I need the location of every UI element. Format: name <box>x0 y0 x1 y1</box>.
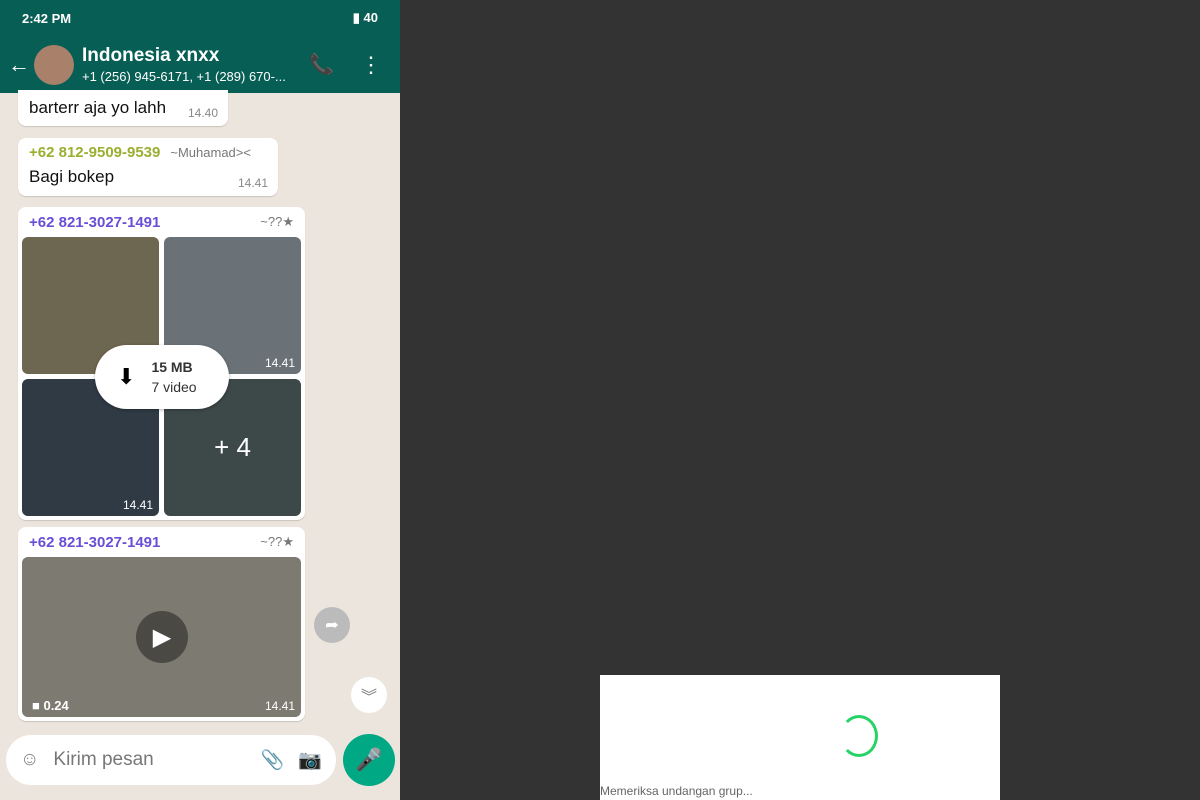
chat-header: ← Indonesia xnxx +1 (256) 945-6171, +1 (… <box>0 36 400 93</box>
download-icon: ⬇ <box>117 364 136 389</box>
message-bubble[interactable]: barterr aja yo lahh 14.40 <box>18 90 228 126</box>
video-count: 7 video <box>151 379 197 395</box>
avatar[interactable] <box>34 44 74 85</box>
attach-icon[interactable]: 📎 <box>261 748 285 772</box>
whatsapp-chat: 2:42 PM ▮ 40 ← Indonesia xnxx +1 (256) 9… <box>0 0 400 800</box>
message-placeholder: Kirim pesan <box>53 749 154 770</box>
mic-button[interactable]: 🎤 <box>343 734 395 786</box>
download-size: 15 MB <box>151 359 193 375</box>
loading-spinner-icon <box>840 715 878 757</box>
message-time: 14.41 <box>237 176 268 190</box>
status-bar: 2:42 PM ▮ 40 <box>0 0 400 36</box>
battery-indicator: ▮ 40 <box>352 10 378 25</box>
emoji-icon[interactable]: ☺ <box>20 749 39 771</box>
back-arrow-icon[interactable]: ← <box>8 52 30 78</box>
sender-name[interactable]: +62 821-3027-1491 <box>29 534 160 551</box>
message-input[interactable]: ☺ Kirim pesan 📎 📷 <box>6 735 336 785</box>
forward-icon[interactable]: ➦ <box>314 607 350 643</box>
sender-name[interactable]: +62 812-9509-9539 <box>29 144 160 161</box>
message-time: 14.40 <box>187 106 218 120</box>
sender-alias: ~Muhamad>< <box>170 145 251 160</box>
add-call-icon[interactable]: 📞 <box>309 52 334 77</box>
play-icon[interactable]: ▶ <box>136 611 188 663</box>
chat-members: +1 (256) 945-6171, +1 (289) 670-... <box>82 69 286 84</box>
video-bubble[interactable]: +62 821-3027-1491 ~??★ ▶ ■ 0.24 14.41 <box>18 527 305 721</box>
scroll-down-icon[interactable]: ︾ <box>351 677 387 713</box>
video-duration: ■ 0.24 <box>32 698 69 713</box>
loading-text: Memeriksa undangan grup... <box>600 784 753 798</box>
more-options-icon[interactable]: ⋮ <box>360 52 382 78</box>
message-bubble[interactable]: +62 812-9509-9539 ~Muhamad>< Bagi bokep … <box>18 138 278 196</box>
sender-alias: ~??★ <box>260 214 294 229</box>
sender-name[interactable]: +62 821-3027-1491 <box>29 214 160 231</box>
camera-icon[interactable]: 📷 <box>298 748 322 772</box>
more-count: + 4 <box>214 432 251 462</box>
chat-info[interactable]: Indonesia xnxx +1 (256) 945-6171, +1 (28… <box>82 45 309 84</box>
sender-alias: ~??★ <box>260 534 294 549</box>
video-thumbnail[interactable]: ▶ ■ 0.24 14.41 <box>22 557 301 717</box>
clock: 2:42 PM <box>22 10 72 26</box>
loading-dialog: Memeriksa undangan grup... <box>600 675 1000 800</box>
message-time: 14.41 <box>264 699 295 713</box>
chat-title: Indonesia xnxx <box>82 45 220 66</box>
download-button[interactable]: ⬇ 15 MB 7 video <box>95 345 229 409</box>
